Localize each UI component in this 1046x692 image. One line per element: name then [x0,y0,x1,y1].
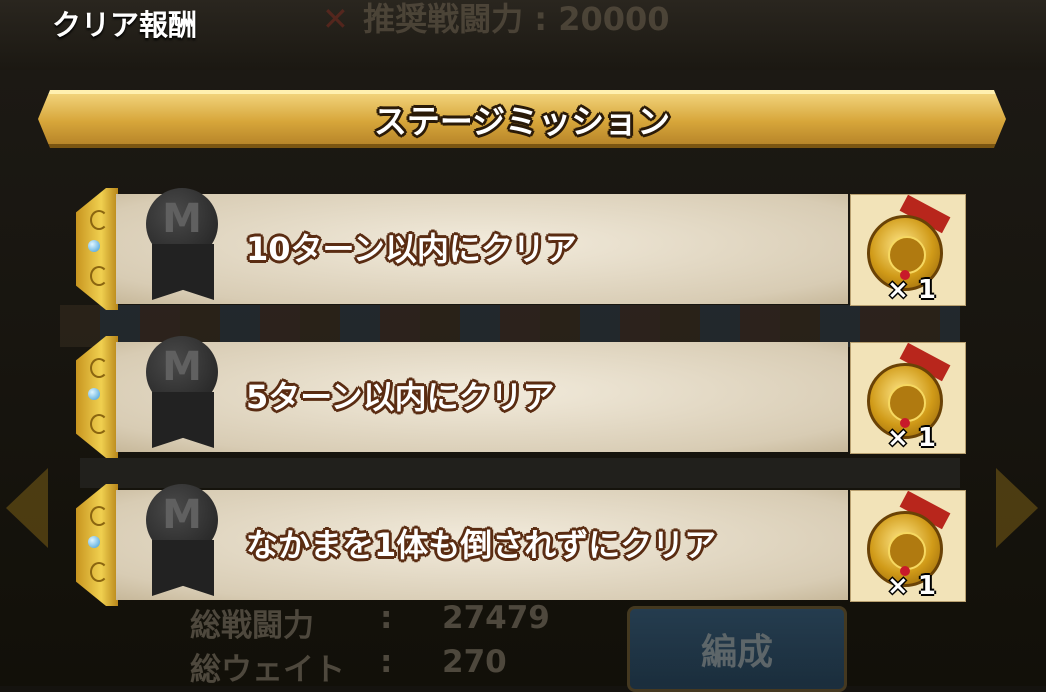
reward-count: × 1 [887,423,936,453]
mission-row[interactable]: M 5ターン以内にクリア × 1 [76,336,966,458]
recommended-power: ✕ 推奨戦闘力 : 20000 [322,0,670,38]
mission-text: 5ターン以内にクリア [246,378,555,416]
medal-m-icon: M [142,188,226,300]
gem-icon [88,388,100,400]
medal-m-icon: M [142,336,226,448]
mission-row[interactable]: M 10ターン以内にクリア × 1 [76,188,966,310]
gold-tab-ornament [76,336,118,458]
mission-text: 10ターン以内にクリア [246,230,577,268]
total-weight-value: 270 [442,644,507,680]
right-arrow-icon[interactable] [996,468,1038,548]
gem-icon [88,536,100,548]
formation-button[interactable]: 編成 [627,606,847,692]
total-power-label: 総戦闘力 [190,608,314,644]
total-weight-label: 総ウェイト [190,652,345,688]
recommended-power-label: 推奨戦闘力 [363,0,524,38]
reward-box[interactable]: × 1 [850,490,966,602]
medal-m-icon: M [142,484,226,596]
mission-text: なかまを1体も倒されずにクリア [246,526,717,564]
crossed-swords-icon: ✕ [322,0,349,38]
banner-title: ステージミッション [373,102,671,141]
mission-row[interactable]: M なかまを1体も倒されずにクリア × 1 [76,484,966,606]
gold-tab-ornament [76,484,118,606]
gem-icon [88,240,100,252]
stage-mission-banner: ステージミッション [38,90,1006,148]
gold-tab-ornament [76,188,118,310]
clear-reward-title: クリア報酬 [52,8,198,42]
recommended-power-value: 20000 [558,0,670,38]
reward-box[interactable]: × 1 [850,342,966,454]
reward-count: × 1 [887,275,936,305]
reward-count: × 1 [887,571,936,601]
left-arrow-icon[interactable] [6,468,48,548]
reward-box[interactable]: × 1 [850,194,966,306]
